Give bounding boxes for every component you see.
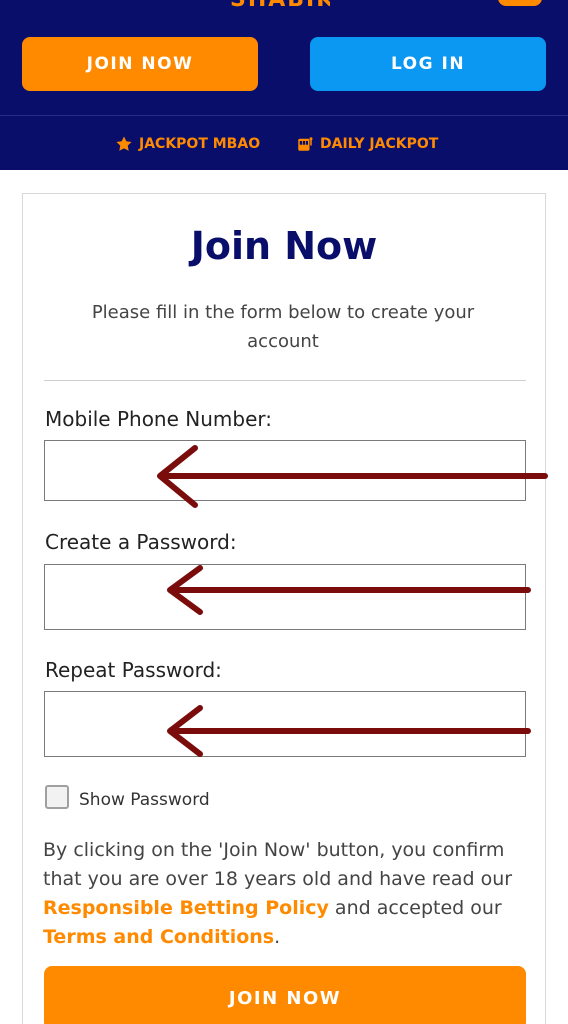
divider bbox=[44, 380, 526, 381]
responsible-betting-link[interactable]: Responsible Betting Policy bbox=[43, 897, 329, 919]
nav-item-label: DAILY JACKPOT bbox=[320, 136, 439, 152]
show-password-checkbox[interactable] bbox=[45, 785, 69, 809]
join-now-submit-button[interactable]: JOIN NOW bbox=[44, 966, 526, 1024]
form-subtitle: Please fill in the form below to create … bbox=[91, 302, 475, 352]
legal-middle: and accepted our bbox=[328, 897, 502, 919]
nav-item-jackpot-mbao[interactable]: JACKPOT MBAO bbox=[115, 135, 260, 153]
password-input[interactable] bbox=[44, 564, 526, 630]
show-password-label[interactable]: Show Password bbox=[79, 790, 210, 810]
header-log-in-button[interactable]: LOG IN bbox=[310, 37, 546, 91]
terms-link[interactable]: Terms and Conditions bbox=[43, 926, 274, 948]
star-icon bbox=[115, 135, 133, 153]
repeat-password-label: Repeat Password: bbox=[45, 658, 222, 682]
password-label: Create a Password: bbox=[45, 530, 237, 554]
repeat-password-input[interactable] bbox=[44, 691, 526, 757]
top-header: SHABIKI JOIN NOW LOG IN bbox=[0, 0, 568, 115]
slot-machine-icon bbox=[296, 135, 314, 153]
secondary-nav: JACKPOT MBAO DAILY JACKPOT bbox=[0, 115, 568, 170]
legal-text: By clicking on the 'Join Now' button, yo… bbox=[43, 836, 533, 952]
join-form-card: Join Now Please fill in the form below t… bbox=[22, 193, 546, 1024]
brand-logo[interactable]: SHABIKI bbox=[230, 0, 330, 10]
nav-item-daily-jackpot[interactable]: DAILY JACKPOT bbox=[296, 135, 438, 153]
phone-input[interactable] bbox=[44, 440, 526, 501]
menu-button[interactable] bbox=[498, 0, 542, 6]
header-join-now-button[interactable]: JOIN NOW bbox=[22, 37, 258, 91]
page-title: Join Now bbox=[190, 224, 378, 268]
legal-prefix: By clicking on the 'Join Now' button, yo… bbox=[43, 839, 513, 890]
nav-item-label: JACKPOT MBAO bbox=[139, 136, 261, 152]
phone-label: Mobile Phone Number: bbox=[45, 407, 273, 431]
legal-suffix: . bbox=[274, 926, 281, 948]
